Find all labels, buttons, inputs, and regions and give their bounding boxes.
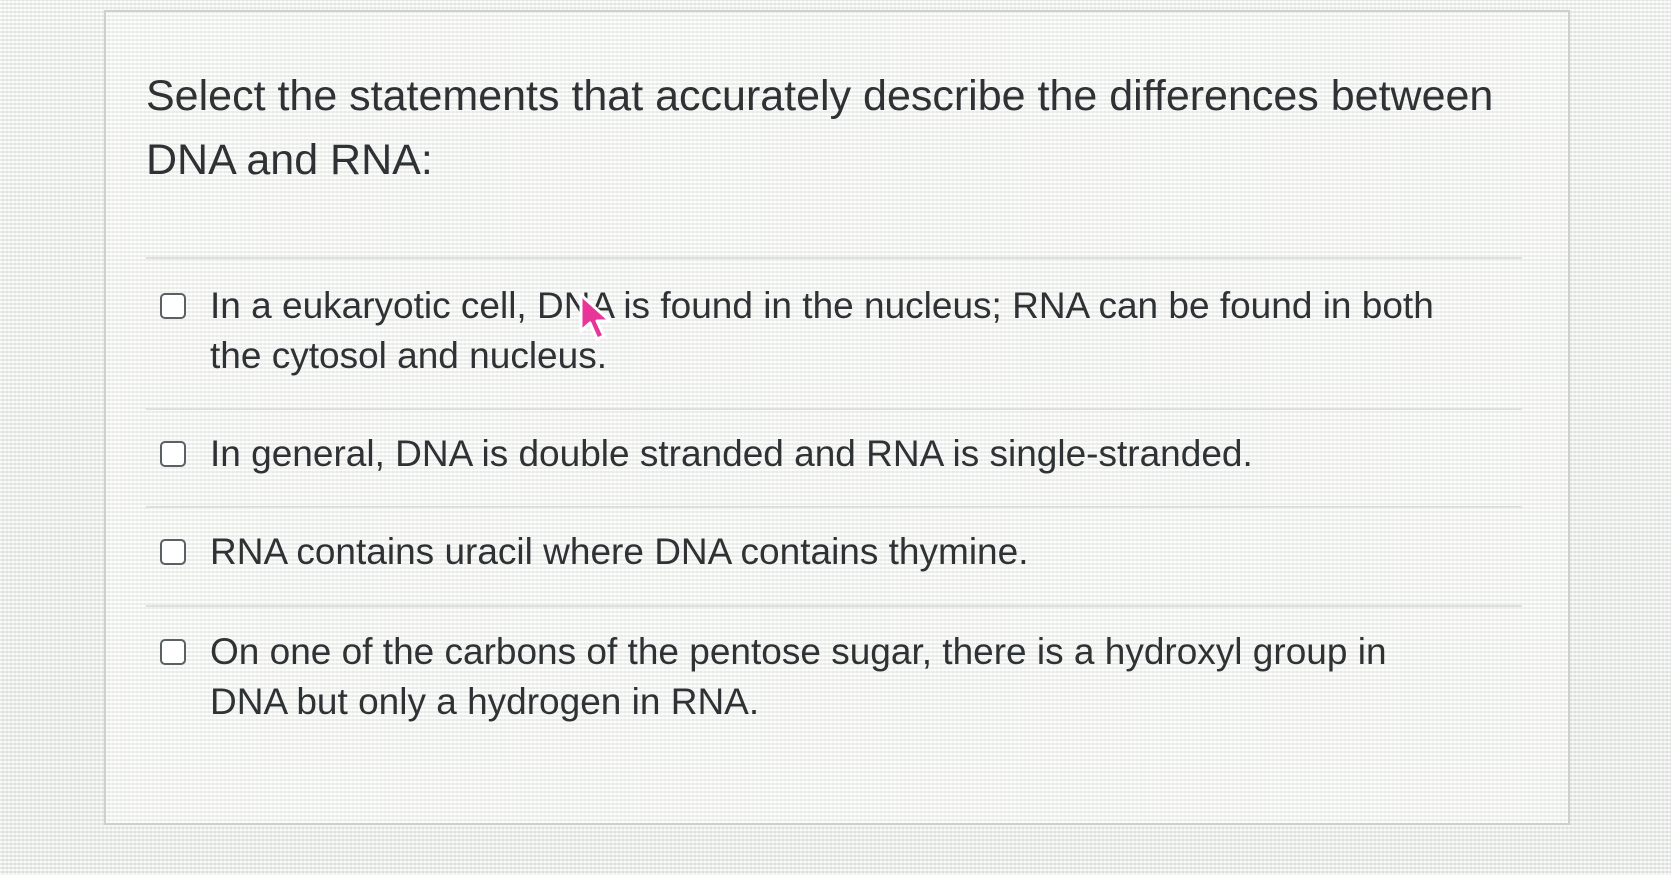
cursor-arrow-shape <box>579 293 612 341</box>
answer-option-1[interactable]: In a eukaryotic cell, DNA is found in th… <box>146 257 1522 408</box>
checkbox[interactable] <box>160 293 186 319</box>
option-label[interactable]: In a eukaryotic cell, DNA is found in th… <box>210 281 1460 381</box>
checkbox[interactable] <box>160 639 186 665</box>
checkbox[interactable] <box>160 441 186 467</box>
answer-option-3[interactable]: RNA contains uracil where DNA contains t… <box>146 506 1522 605</box>
option-label[interactable]: RNA contains uracil where DNA contains t… <box>210 527 1028 577</box>
option-label[interactable]: On one of the carbons of the pentose sug… <box>210 627 1460 727</box>
checkbox[interactable] <box>160 539 186 565</box>
arrow-cursor-icon <box>579 293 612 341</box>
question-prompt: Select the statements that accurately de… <box>146 72 1494 184</box>
answer-option-4[interactable]: On one of the carbons of the pentose sug… <box>146 605 1522 805</box>
answer-options-list: In a eukaryotic cell, DNA is found in th… <box>146 257 1522 805</box>
option-label[interactable]: In general, DNA is double stranded and R… <box>210 429 1253 479</box>
answer-option-2[interactable]: In general, DNA is double stranded and R… <box>146 408 1522 506</box>
question-card: Select the statements that accurately de… <box>104 10 1570 825</box>
